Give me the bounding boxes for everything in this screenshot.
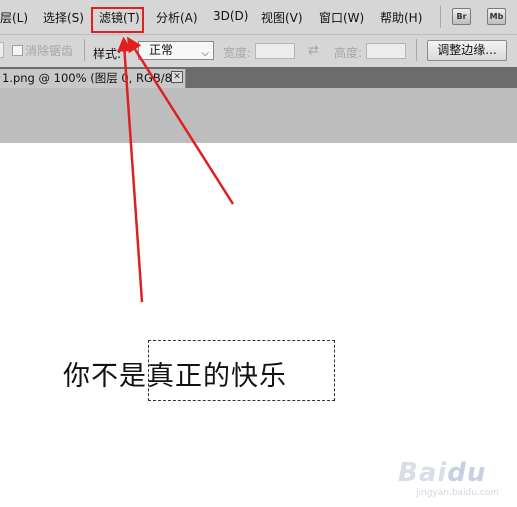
- arrow-line: [117, 36, 144, 303]
- watermark-logo: Baidu: [398, 458, 487, 488]
- annotation-arrows: [117, 36, 235, 303]
- arrow-line: [126, 36, 235, 205]
- watermark-url: jingyan.baidu.com: [416, 488, 500, 498]
